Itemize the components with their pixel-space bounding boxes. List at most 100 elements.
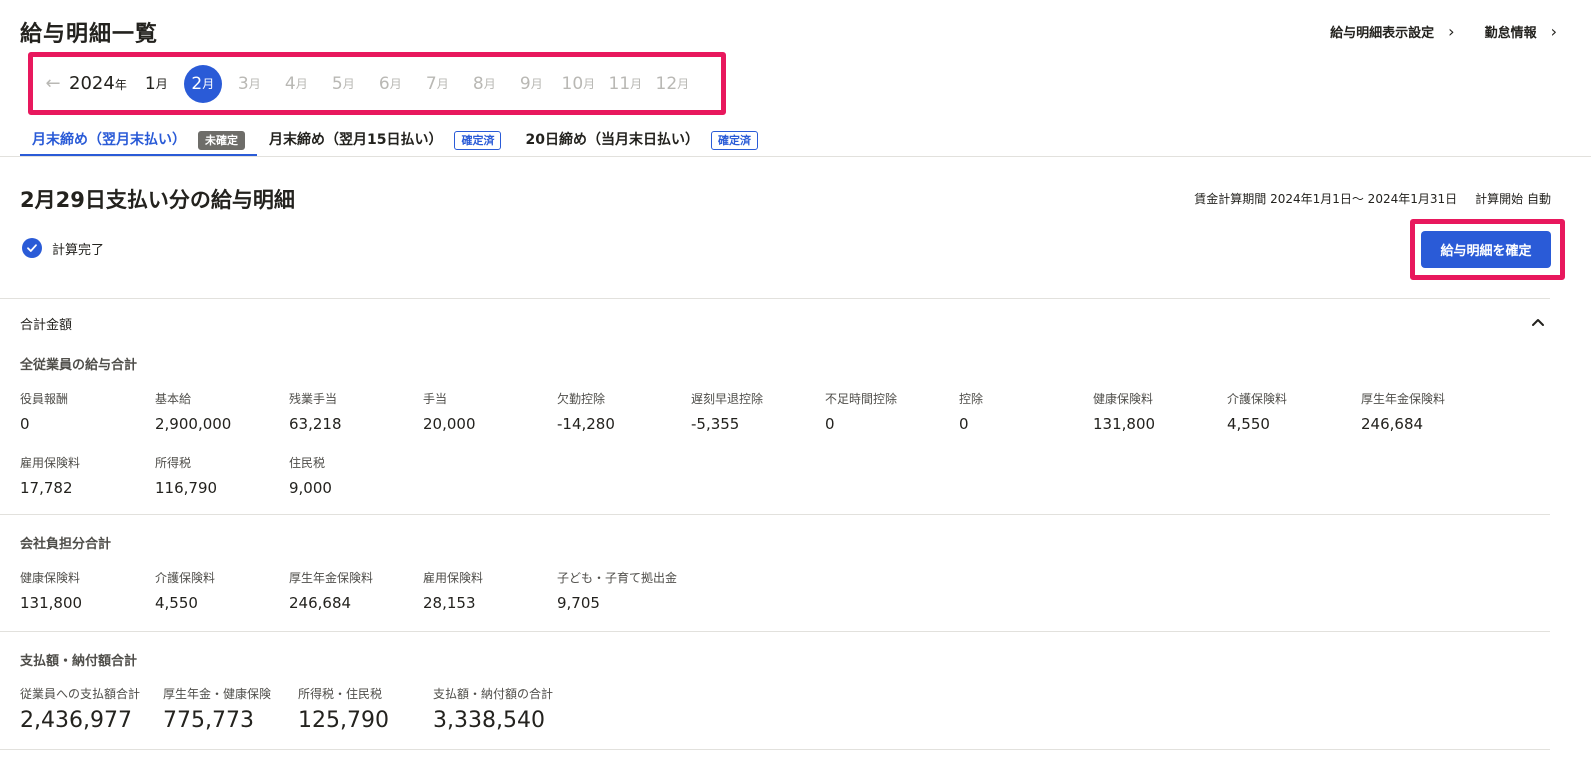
month-number: 1: [144, 73, 156, 94]
tab-20th-current-month-end[interactable]: 20日締め（当月末日払い） 確定済: [513, 126, 769, 157]
month-unit: 月: [583, 77, 596, 91]
month-unit: 月: [248, 77, 261, 91]
summary-cell: 手当 20,000: [423, 390, 476, 433]
status-badge: 確定済: [454, 131, 502, 150]
summary-cell: 厚生年金保険料 246,684: [1361, 390, 1445, 433]
summary-cell-value: 0: [20, 415, 30, 433]
closing-tabs: 月末締め（翌月末払い） 未確定 月末締め（翌月15日払い） 確定済 20日締め（…: [20, 126, 770, 157]
summary-cell-value: 28,153: [423, 594, 476, 612]
summary-cell-label: 健康保険料: [20, 571, 81, 585]
attendance-info-link[interactable]: 勤怠情報 ›: [1485, 22, 1557, 41]
summary-cell-label: 不足時間控除: [825, 392, 898, 406]
summary-cell: 健康保険料 131,800: [1093, 390, 1155, 433]
summary-cell: 支払額・納付額の合計 3,338,540: [433, 685, 553, 733]
summary-cell-label: 欠勤控除: [557, 392, 606, 406]
month-unit: 月: [295, 77, 308, 91]
summary-cell: 子ども・子育て拠出金 9,705: [557, 569, 677, 612]
month-number: 9: [519, 73, 531, 94]
summary-cell-label: 介護保険料: [1227, 392, 1288, 406]
month-unit: 月: [202, 77, 215, 91]
summary-cell: 厚生年金保険料 246,684: [289, 569, 373, 612]
calc-start-label: 計算開始: [1475, 192, 1524, 206]
chevron-right-icon: ›: [1550, 21, 1557, 41]
summary-cell-value: 3,338,540: [433, 708, 545, 733]
summary-cell-value: 9,000: [289, 479, 332, 497]
summary-cell-value: 9,705: [557, 594, 600, 612]
check-circle-icon: [22, 238, 42, 258]
summary-cell-value: 4,550: [1227, 415, 1270, 433]
summary-cell-value: 17,782: [20, 479, 73, 497]
summary-cell-label: 控除: [959, 392, 984, 406]
summary-cell-label: 健康保険料: [1093, 392, 1154, 406]
summary-cell: 所得税 116,790: [155, 454, 217, 497]
tab-label: 月末締め（翌月末払い）: [32, 132, 186, 148]
payslip-display-settings-link[interactable]: 給与明細表示設定 ›: [1330, 22, 1454, 41]
month-2[interactable]: 2月: [183, 64, 222, 103]
status-badge: 確定済: [710, 131, 758, 150]
period-label: 賃金計算期間: [1194, 192, 1267, 206]
previous-year-arrow-icon[interactable]: ←: [41, 73, 65, 94]
confirm-payslip-button[interactable]: 給与明細を確定: [1421, 231, 1551, 268]
calc-start-value: 自動: [1526, 192, 1551, 206]
summary-cell-label: 住民税: [289, 456, 326, 470]
summary-cell-label: 厚生年金保険料: [289, 571, 374, 585]
month-number: 11: [608, 73, 631, 94]
summary-cell-value: 0: [959, 415, 969, 433]
tab-label: 月末締め（翌月15日払い）: [269, 132, 443, 148]
month-3: 3月: [226, 65, 273, 103]
summary-cell-value: 246,684: [1361, 415, 1424, 433]
month-number: 4: [284, 73, 296, 94]
summary-cell: 基本給 2,900,000: [155, 390, 231, 433]
month-5: 5月: [320, 65, 367, 103]
month-12: 12 月: [649, 65, 696, 103]
month-4: 4月: [273, 65, 320, 103]
summary-cell: 所得税・住民税 125,790: [298, 685, 389, 733]
month-unit: 月: [342, 77, 355, 91]
summary-cell: 介護保険料 4,550: [1227, 390, 1287, 433]
summary-cell-label: 厚生年金・健康保険: [163, 687, 272, 701]
section-divider: [0, 298, 1550, 299]
period-text: 賃金計算期間 2024年1月1日～ 2024年1月31日: [1194, 190, 1457, 207]
month-unit: 月: [630, 77, 643, 91]
month-number: 12: [655, 73, 678, 94]
summary-cell: 住民税 9,000: [289, 454, 332, 497]
summary-cell: 遅刻早退控除 -5,355: [691, 390, 763, 433]
month-unit: 月: [436, 77, 449, 91]
month-1[interactable]: 1月: [133, 65, 180, 103]
summary-cell: 不足時間控除 0: [825, 390, 897, 433]
month-9: 9月: [508, 65, 555, 103]
month-7: 7月: [414, 65, 461, 103]
year-value: 2024: [69, 73, 115, 94]
section-divider: [0, 749, 1550, 750]
summary-cell-value: 0: [825, 415, 835, 433]
summary-cell-label: 役員報酬: [20, 392, 69, 406]
summary-cell-value: -14,280: [557, 415, 615, 433]
summary-cell-label: 介護保険料: [155, 571, 216, 585]
tab-month-end-next-15th[interactable]: 月末締め（翌月15日払い） 確定済: [257, 126, 513, 157]
month-number: 8: [472, 73, 484, 94]
summary-cell-value: 2,436,977: [20, 708, 132, 733]
month-8: 8月: [461, 65, 508, 103]
tab-divider: [0, 156, 1591, 157]
tab-month-end-next-month-end[interactable]: 月末締め（翌月末払い） 未確定: [20, 126, 257, 157]
summary-cell: 雇用保険料 17,782: [20, 454, 80, 497]
calc-start-text: 計算開始 自動: [1475, 190, 1551, 207]
summary-cell-label: 雇用保険料: [423, 571, 484, 585]
calculation-status: 計算完了: [22, 238, 104, 258]
summary-cell-label: 残業手当: [289, 392, 338, 406]
month-number: 10: [561, 73, 584, 94]
month-unit: 月: [530, 77, 543, 91]
section-divider: [0, 514, 1550, 515]
summary-cell-value: 246,684: [289, 594, 352, 612]
status-text: 計算完了: [52, 242, 105, 258]
chevron-up-icon[interactable]: [1528, 312, 1548, 332]
summary-cell-value: 2,900,000: [155, 415, 232, 433]
summary-cell-label: 厚生年金保険料: [1361, 392, 1446, 406]
page-title: 給与明細一覧: [20, 22, 159, 47]
summary-cell-label: 手当: [423, 392, 448, 406]
month-selector: ← 2024年 1 月 2 月 3 月 4 月 5 月 6 月 7 月 8 月 9 月 10 月 11 月 12 月: [28, 52, 726, 115]
summary-cell-value: 775,773: [163, 708, 254, 733]
month-list: 1 月 2 月 3 月 4 月 5 月 6 月 7 月 8 月 9 月 10 月 11 月 12 月: [133, 64, 696, 103]
top-links: 給与明細表示設定 › 勤怠情報 ›: [1330, 22, 1557, 41]
status-badge: 未確定: [198, 131, 245, 150]
